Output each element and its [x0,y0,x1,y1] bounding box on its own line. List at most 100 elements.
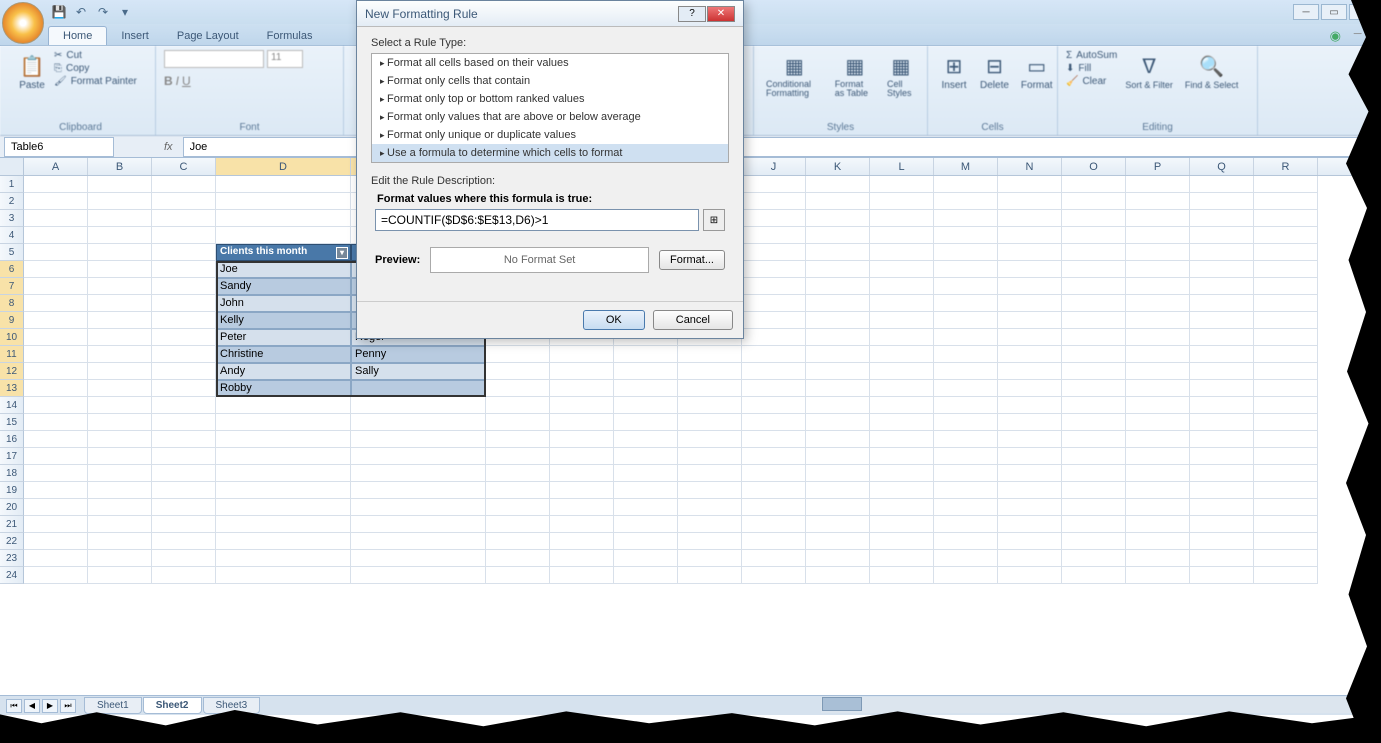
cell[interactable] [1254,278,1318,295]
row-header[interactable]: 11 [0,346,24,363]
font-size-dropdown[interactable]: 11 [267,50,303,68]
cell[interactable] [1126,567,1190,584]
cell[interactable] [88,295,152,312]
cell[interactable] [1062,244,1126,261]
rule-type-list[interactable]: Format all cells based on their values Fo… [371,53,729,163]
rule-type-item[interactable]: Format only values that are above or bel… [372,108,728,126]
column-header-D[interactable]: D [216,158,351,175]
cell[interactable] [998,295,1062,312]
cell[interactable] [216,567,351,584]
cell[interactable] [1062,431,1126,448]
cell[interactable] [486,516,550,533]
cell[interactable] [1254,210,1318,227]
fill-button[interactable]: ⬇Fill [1066,63,1117,74]
cell[interactable] [678,414,742,431]
cell[interactable] [678,431,742,448]
cell[interactable] [1126,414,1190,431]
row-header[interactable]: 17 [0,448,24,465]
cell[interactable] [742,346,806,363]
cell[interactable] [678,499,742,516]
cell[interactable] [1190,244,1254,261]
cell[interactable] [486,550,550,567]
cell[interactable] [1062,193,1126,210]
office-button[interactable] [2,2,44,44]
cell[interactable] [934,567,998,584]
cell[interactable] [1126,278,1190,295]
cell[interactable] [88,414,152,431]
cell[interactable] [88,550,152,567]
cell[interactable] [486,431,550,448]
cell[interactable] [24,244,88,261]
cell[interactable] [216,465,351,482]
cell[interactable] [1254,499,1318,516]
cell[interactable] [806,346,870,363]
cell[interactable] [152,482,216,499]
cell[interactable] [1126,363,1190,380]
row-header[interactable]: 18 [0,465,24,482]
tab-formulas[interactable]: Formulas [253,27,327,45]
cell[interactable] [742,431,806,448]
rule-type-item[interactable]: Format all cells based on their values [372,54,728,72]
cell[interactable] [216,533,351,550]
cell[interactable]: Christine [216,346,351,363]
cell[interactable] [998,312,1062,329]
cell[interactable] [1126,295,1190,312]
cell[interactable] [1126,193,1190,210]
cell[interactable] [1126,448,1190,465]
italic-button[interactable]: I [176,74,179,88]
cell[interactable] [934,244,998,261]
cell[interactable] [1190,567,1254,584]
cell[interactable] [216,499,351,516]
cell[interactable] [870,227,934,244]
cell[interactable] [24,533,88,550]
cell[interactable] [998,567,1062,584]
cell[interactable] [88,397,152,414]
cell[interactable] [870,533,934,550]
select-all-corner[interactable] [0,158,24,175]
column-header-K[interactable]: K [806,158,870,175]
cell[interactable] [152,346,216,363]
cell[interactable] [24,261,88,278]
cell[interactable] [152,193,216,210]
cell[interactable] [351,567,486,584]
cell[interactable]: Joe [216,261,351,278]
cell[interactable] [742,533,806,550]
cell[interactable] [614,482,678,499]
cell[interactable] [934,278,998,295]
cell[interactable] [934,346,998,363]
cell[interactable] [934,431,998,448]
find-select-button[interactable]: 🔍Find & Select [1181,50,1243,92]
cell[interactable] [1126,516,1190,533]
cell[interactable] [998,193,1062,210]
cell[interactable] [486,482,550,499]
cell[interactable] [742,550,806,567]
column-header-M[interactable]: M [934,158,998,175]
cell[interactable] [934,516,998,533]
cell[interactable] [614,346,678,363]
row-header[interactable]: 3 [0,210,24,227]
cell[interactable]: Penny [351,346,486,363]
cell[interactable] [614,533,678,550]
row-header[interactable]: 19 [0,482,24,499]
cell[interactable] [1062,397,1126,414]
cell[interactable] [486,414,550,431]
cell[interactable] [614,380,678,397]
cell[interactable] [806,482,870,499]
tab-nav-next[interactable]: ▶ [42,699,58,713]
cell[interactable] [934,210,998,227]
cell[interactable] [998,278,1062,295]
cell[interactable] [1126,329,1190,346]
cell[interactable] [998,482,1062,499]
cell[interactable] [88,278,152,295]
row-header[interactable]: 14 [0,397,24,414]
cell[interactable] [1126,210,1190,227]
row-header[interactable]: 6 [0,261,24,278]
cell[interactable] [1254,346,1318,363]
cell[interactable] [88,312,152,329]
column-header-J[interactable]: J [742,158,806,175]
cell[interactable] [806,414,870,431]
save-icon[interactable]: 💾 [50,3,68,21]
cell[interactable] [88,499,152,516]
cell[interactable] [216,210,351,227]
scrollbar-thumb[interactable] [822,697,862,711]
